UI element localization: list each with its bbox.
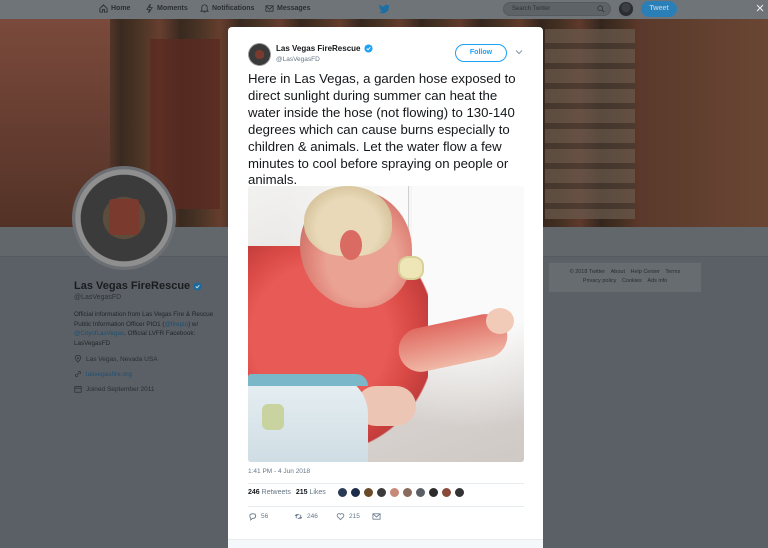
profile-avatar[interactable] bbox=[72, 166, 176, 270]
lightning-icon bbox=[146, 4, 153, 13]
profile-sidebar: Las Vegas FireRescue @LasVegasFD Officia… bbox=[74, 280, 234, 393]
tweet-timestamp[interactable]: 1:41 PM - 4 Jun 2018 bbox=[248, 468, 310, 475]
direct-message-button[interactable] bbox=[372, 512, 412, 521]
liker-avatar[interactable] bbox=[428, 487, 439, 498]
home-icon bbox=[99, 4, 108, 13]
footer-ads-link[interactable]: Ads info bbox=[647, 278, 667, 284]
location-pin-icon bbox=[74, 355, 82, 363]
reply-box[interactable] bbox=[228, 539, 543, 548]
tweet-text: Here in Las Vegas, a garden hose exposed… bbox=[248, 71, 516, 188]
liker-avatar[interactable] bbox=[363, 487, 374, 498]
search-input[interactable]: Search Twitter bbox=[503, 2, 611, 16]
top-nav: Home Moments Notifications Messages Sear… bbox=[0, 0, 768, 19]
profile-website[interactable]: lasvegasfire.org bbox=[74, 370, 234, 378]
liker-avatar[interactable] bbox=[389, 487, 400, 498]
profile-bio: Official information from Las Vegas Fire… bbox=[74, 311, 214, 347]
bell-icon bbox=[200, 4, 209, 13]
tweet-photo[interactable] bbox=[248, 186, 524, 462]
verified-badge-icon bbox=[193, 281, 202, 291]
profile-name-text: Las Vegas FireRescue bbox=[74, 280, 191, 292]
nav-home[interactable]: Home bbox=[99, 4, 130, 13]
calendar-icon bbox=[74, 386, 82, 393]
footer-help-link[interactable]: Help Center bbox=[631, 269, 660, 275]
likes-stat[interactable]: 215 Likes bbox=[296, 489, 326, 496]
tweet-author-name-text: Las Vegas FireRescue bbox=[276, 44, 361, 53]
site-footer: © 2018 Twitter About Help Center Terms P… bbox=[548, 262, 702, 293]
footer-about-link[interactable]: About bbox=[611, 269, 625, 275]
liker-avatar[interactable] bbox=[402, 487, 413, 498]
retweets-stat[interactable]: 246 Retweets bbox=[248, 489, 291, 496]
nav-messages[interactable]: Messages bbox=[265, 4, 310, 13]
footer-terms-link[interactable]: Terms bbox=[665, 269, 680, 275]
search-placeholder: Search Twitter bbox=[512, 6, 551, 12]
liker-avatars[interactable] bbox=[337, 487, 465, 498]
bio-link-firepio[interactable]: @firepio bbox=[165, 321, 189, 328]
like-button[interactable]: 215 bbox=[336, 512, 376, 521]
twitter-bird-icon[interactable] bbox=[378, 3, 390, 15]
nav-messages-label: Messages bbox=[277, 5, 311, 12]
envelope-icon bbox=[372, 513, 381, 520]
follow-button[interactable]: Follow bbox=[455, 44, 507, 62]
reply-icon bbox=[249, 513, 257, 521]
compose-tweet-button[interactable]: Tweet bbox=[641, 1, 677, 17]
tweet-actions: 56 246 215 bbox=[248, 512, 418, 521]
retweet-button[interactable]: 246 bbox=[294, 512, 334, 521]
verified-badge-icon bbox=[363, 44, 373, 53]
profile-location: Las Vegas, Nevada USA bbox=[74, 355, 234, 363]
liker-avatar[interactable] bbox=[337, 487, 348, 498]
footer-cookies-link[interactable]: Cookies bbox=[622, 278, 642, 284]
tweet-stats: 246 Retweets 215 Likes bbox=[248, 489, 326, 496]
nav-notifications-label: Notifications bbox=[212, 5, 255, 12]
liker-avatar[interactable] bbox=[415, 487, 426, 498]
profile-handle: @LasVegasFD bbox=[74, 294, 122, 301]
tweet-author-name[interactable]: Las Vegas FireRescue bbox=[276, 44, 373, 53]
liker-avatar[interactable] bbox=[454, 487, 465, 498]
nav-home-label: Home bbox=[111, 5, 131, 12]
footer-copyright: © 2018 Twitter bbox=[569, 269, 606, 275]
tweet-author-avatar[interactable] bbox=[248, 43, 271, 66]
bio-link-cityoflasvegas[interactable]: @CityofLasVegas bbox=[74, 330, 124, 337]
tweet-author-handle: @LasVegasFD bbox=[276, 56, 320, 63]
footer-privacy-link[interactable]: Privacy policy bbox=[583, 278, 617, 284]
heart-icon bbox=[336, 513, 345, 521]
profile-joined: Joined September 2011 bbox=[74, 385, 234, 393]
liker-avatar[interactable] bbox=[376, 487, 387, 498]
nav-notifications[interactable]: Notifications bbox=[200, 4, 254, 13]
link-icon bbox=[75, 371, 81, 377]
retweet-icon bbox=[294, 514, 303, 519]
liker-avatar[interactable] bbox=[350, 487, 361, 498]
liker-avatar[interactable] bbox=[441, 487, 452, 498]
envelope-icon bbox=[265, 5, 274, 12]
reply-button[interactable]: 56 bbox=[248, 512, 288, 521]
tweet-modal: Las Vegas FireRescue @LasVegasFD Follow … bbox=[228, 27, 543, 548]
nav-moments[interactable]: Moments bbox=[145, 4, 188, 13]
profile-name[interactable]: Las Vegas FireRescue bbox=[74, 280, 234, 292]
close-modal-icon[interactable]: × bbox=[752, 1, 768, 17]
account-avatar[interactable] bbox=[618, 1, 634, 17]
nav-moments-label: Moments bbox=[157, 5, 188, 12]
chevron-down-icon[interactable] bbox=[514, 47, 524, 57]
search-icon bbox=[597, 5, 605, 13]
